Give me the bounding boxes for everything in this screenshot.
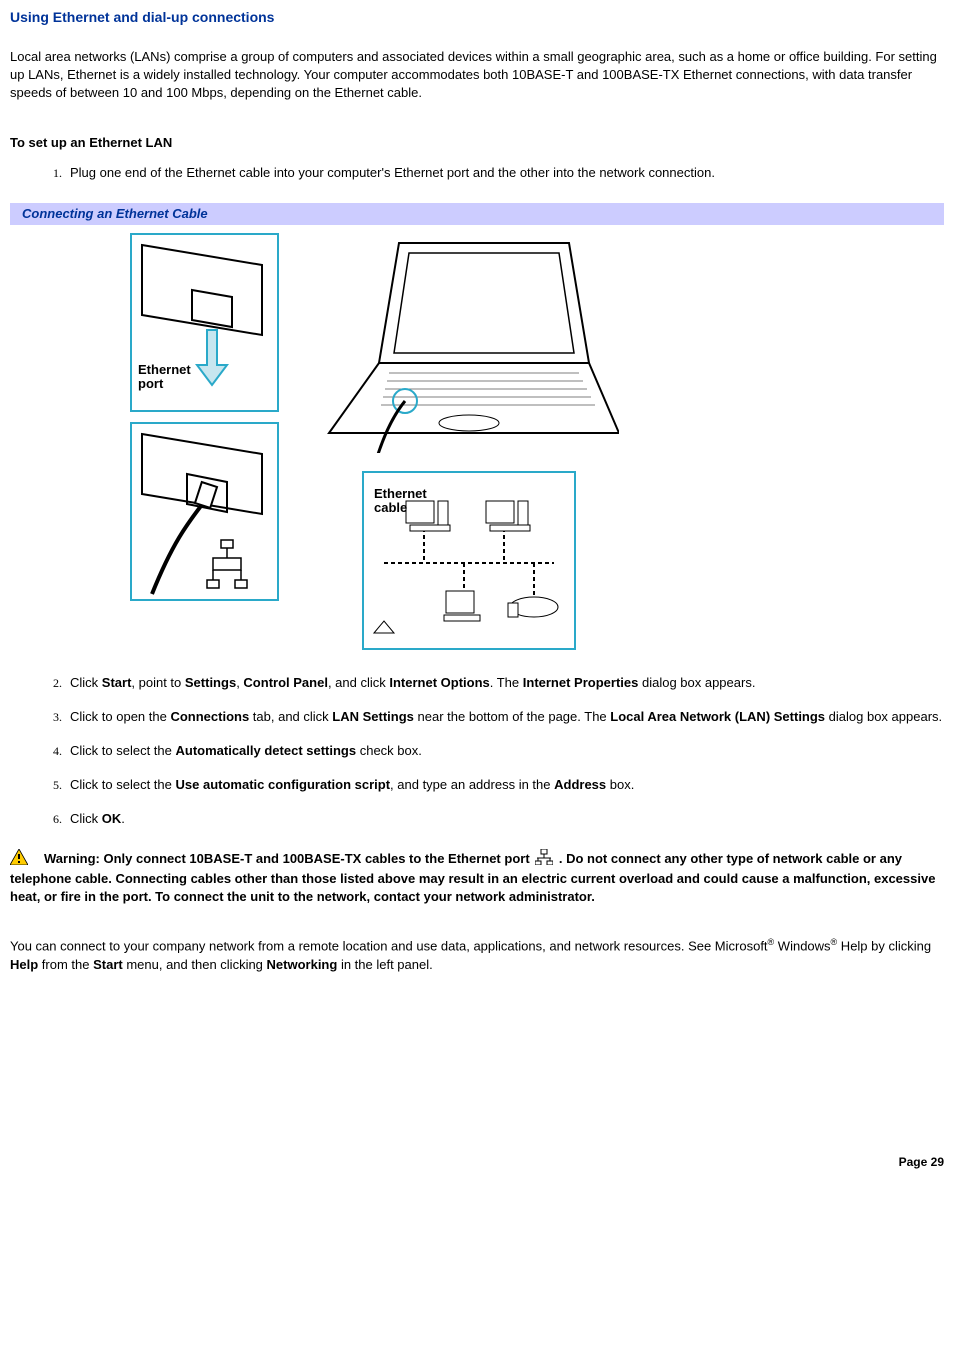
page-number: Page 29 xyxy=(10,1154,944,1171)
step-5: Click to select the Use automatic config… xyxy=(65,776,944,794)
figure-ethernet-plug-closeup xyxy=(130,422,279,601)
figure-network-diagram: Ethernetcable xyxy=(362,471,576,650)
ethernet-cable-label: Ethernetcable xyxy=(374,487,427,516)
warning-block: Warning: Only connect 10BASE-T and 100BA… xyxy=(10,849,944,907)
step-3: Click to open the Connections tab, and c… xyxy=(65,708,944,726)
figure-caption-bar: Connecting an Ethernet Cable xyxy=(10,203,944,225)
figure-connecting-ethernet: Ethernetport xyxy=(130,233,944,650)
warning-icon xyxy=(10,849,28,870)
intro-paragraph: Local area networks (LANs) comprise a gr… xyxy=(10,48,944,103)
step-6: Click OK. xyxy=(65,810,944,828)
step-1: Plug one end of the Ethernet cable into … xyxy=(65,164,944,182)
figure-ethernet-port-closeup: Ethernetport xyxy=(130,233,279,412)
ethernet-port-label: Ethernetport xyxy=(138,363,191,392)
closing-paragraph: You can connect to your company network … xyxy=(10,936,944,974)
section-subheading: To set up an Ethernet LAN xyxy=(10,134,944,152)
laptop-icon xyxy=(319,233,619,453)
ethernet-plug-icon xyxy=(132,424,277,599)
step-4: Click to select the Automatically detect… xyxy=(65,742,944,760)
network-port-icon xyxy=(535,849,553,870)
page-title: Using Ethernet and dial-up connections xyxy=(10,8,944,28)
step-2: Click Start, point to Settings, Control … xyxy=(65,674,944,692)
